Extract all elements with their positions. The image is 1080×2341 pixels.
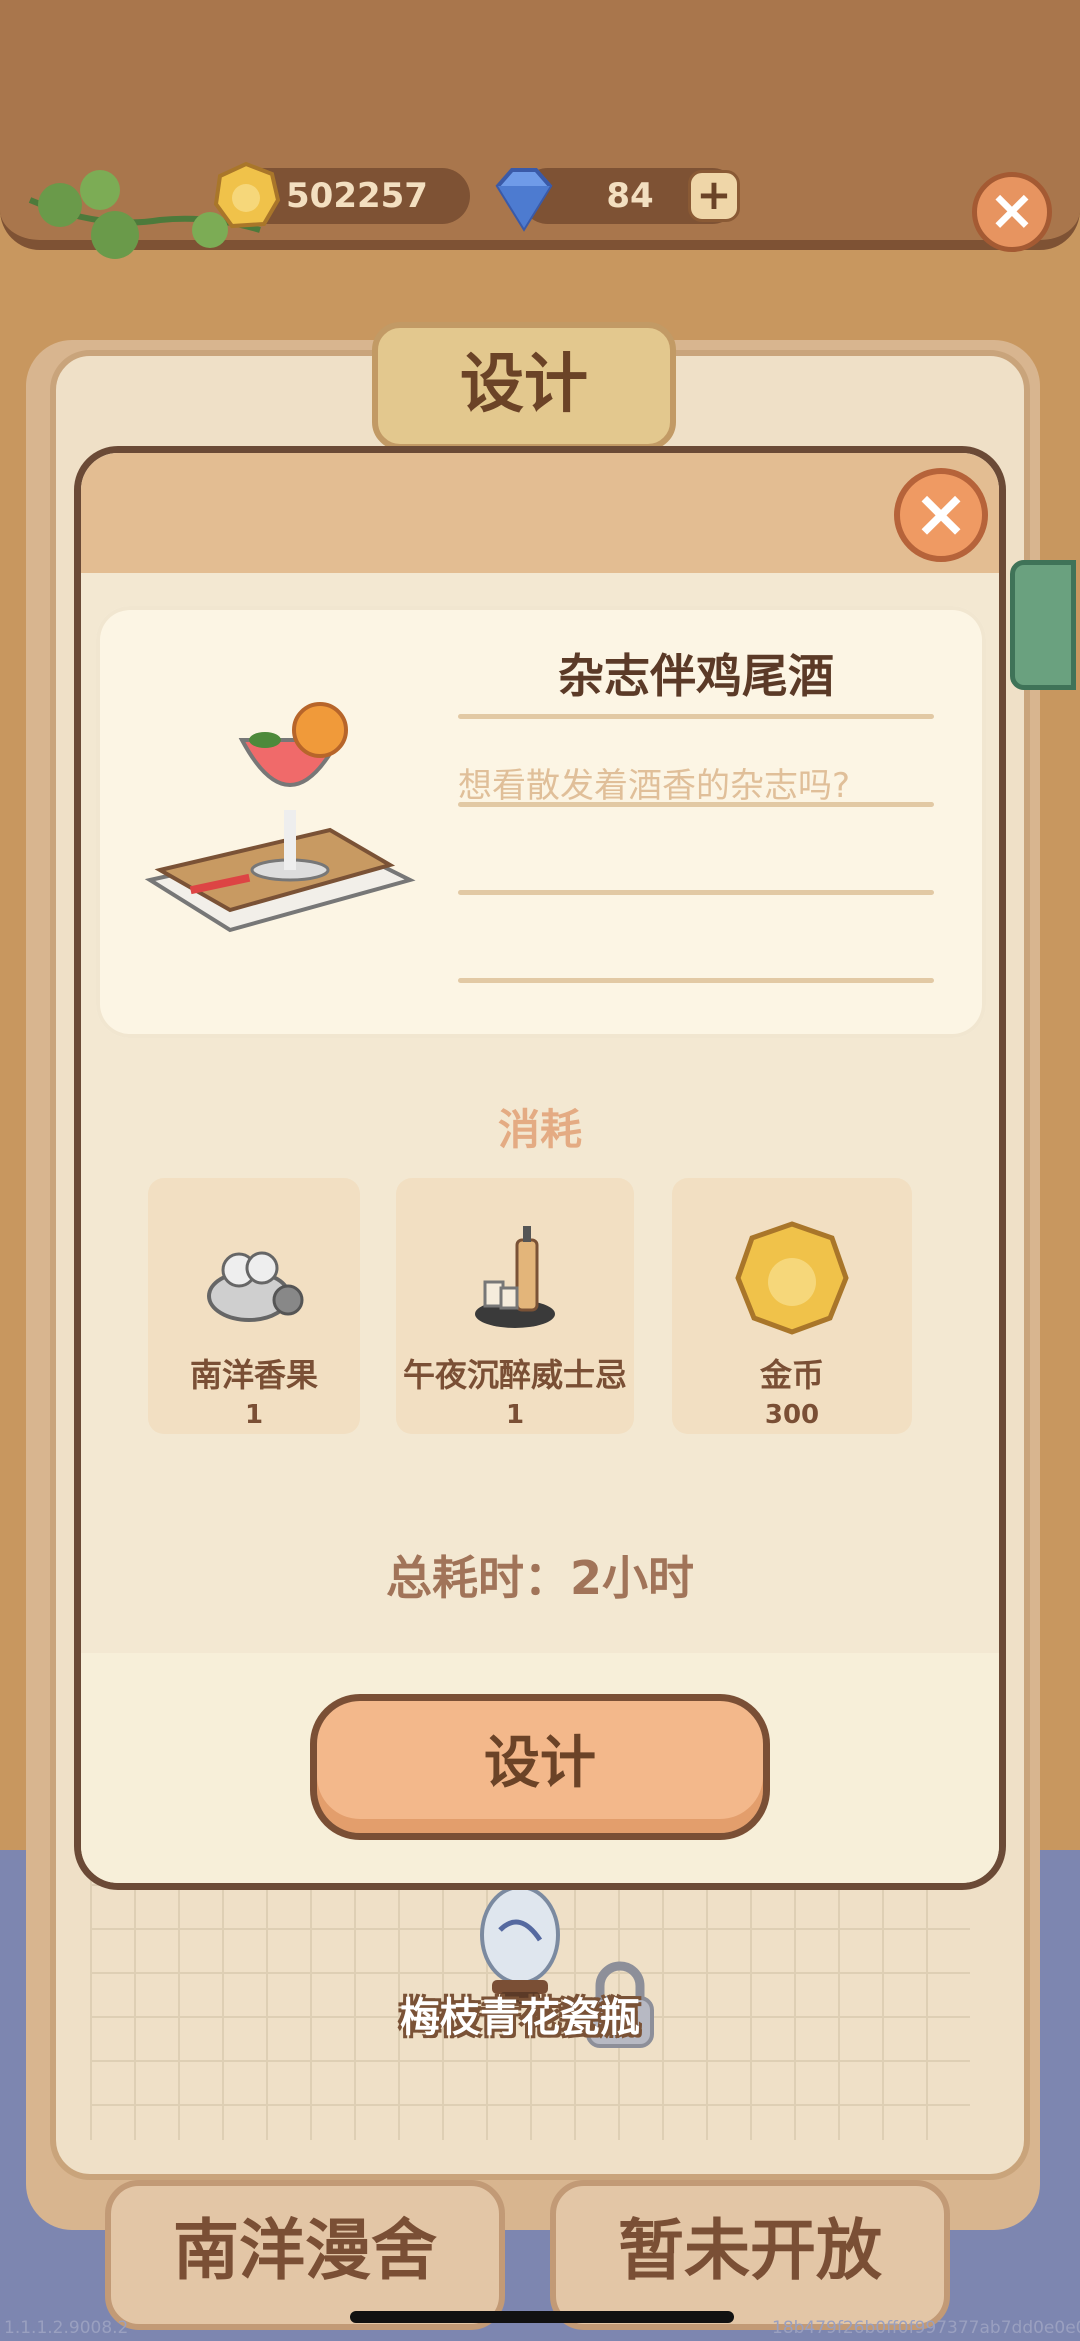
- cost-item-name: 南洋香果: [189, 1356, 318, 1394]
- desc-line-2: [458, 890, 934, 895]
- cost-item-name: 金币: [759, 1356, 824, 1394]
- cost-item-coins: 金币 300: [672, 1178, 912, 1434]
- design-tab-label: 设计: [372, 322, 676, 450]
- coin-amount: 502257: [286, 176, 428, 216]
- gold-coin-icon: [735, 1221, 849, 1335]
- cost-item-fruit: 南洋香果 1: [148, 1178, 360, 1434]
- cost-item-qty: 1: [505, 1400, 525, 1430]
- cost-item-qty: 300: [764, 1400, 820, 1430]
- desc-line-3: [458, 978, 934, 983]
- dialog-header: [81, 453, 999, 573]
- tropical-fruit-icon: [207, 1251, 304, 1322]
- cost-item-qty: 1: [244, 1400, 264, 1430]
- desc-line-1: [458, 802, 934, 807]
- close-dialog-button[interactable]: ×: [894, 468, 988, 562]
- tab-nanyang[interactable]: 南洋漫舍: [105, 2180, 505, 2330]
- locked-item-label: 梅枝青花瓷瓶: [400, 1995, 640, 2041]
- item-title: 杂志伴鸡尾酒: [558, 649, 834, 703]
- item-description: 想看散发着酒香的杂志吗?: [458, 766, 851, 806]
- cost-item-name: 午夜沉醉威士忌: [402, 1356, 627, 1394]
- gem-icon: [495, 168, 553, 232]
- magazine-cocktail-icon: [144, 702, 416, 933]
- design-button[interactable]: 设计: [310, 1694, 770, 1840]
- cost-section-title: 消耗: [497, 1105, 582, 1154]
- total-time-label: 总耗时：2小时: [385, 1551, 694, 1605]
- whiskey-icon: [475, 1226, 555, 1328]
- tab-coming-soon[interactable]: 暂未开放: [550, 2180, 950, 2330]
- add-gems-button[interactable]: +: [688, 170, 740, 222]
- home-indicator[interactable]: [350, 2311, 734, 2323]
- cost-item-whiskey: 午夜沉醉威士忌 1: [396, 1178, 634, 1434]
- gem-amount: 84: [606, 176, 654, 216]
- version-label: 1.1.1.2.9008.2: [4, 2318, 129, 2338]
- coin-icon: [213, 161, 281, 229]
- book-bookmark: [1010, 560, 1076, 690]
- close-screen-button[interactable]: ×: [972, 172, 1052, 252]
- build-hash-label: 18b479f26b0ff0f997377ab7dd0e0e04: [772, 2318, 1080, 2338]
- title-underline: [458, 714, 934, 719]
